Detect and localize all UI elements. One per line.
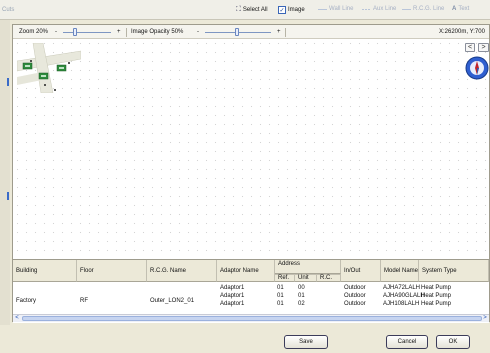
cell-rcg-name[interactable]: Outer_LON2_01 [150, 298, 194, 304]
pan-left-button[interactable]: < [465, 43, 475, 52]
cell-unit: 00 [298, 285, 305, 291]
toolbar-divider [285, 28, 286, 37]
cell-in-out: Outdoor [344, 293, 366, 299]
opacity-label: Image Opacity 50% [131, 29, 184, 35]
image-toggle[interactable]: ✓ Image [278, 6, 305, 14]
rcg-line-button[interactable]: R.C.G. Line [402, 6, 444, 12]
column-header-rcg-name[interactable]: R.C.G. Name [147, 260, 217, 282]
cell-model-name: AJH108LALH [383, 301, 420, 307]
text-tool-label: Text [458, 6, 470, 12]
cell-ref: 01 [277, 293, 284, 299]
column-header-unit[interactable]: Unit [295, 274, 317, 282]
column-header-in-out[interactable]: In/Out [341, 260, 381, 282]
column-header-building[interactable]: Building [13, 260, 77, 282]
zoom-opacity-bar: Zoom 20% - + Image Opacity 50% - + X:262… [13, 25, 489, 39]
cell-ref: 01 [277, 285, 284, 291]
wall-line-button[interactable]: Wall Line [318, 6, 353, 12]
select-all-button[interactable]: ⛶ Select All [236, 6, 268, 14]
text-tool-icon: A [452, 6, 457, 12]
cursor-coordinates: X:26200m, Y:700 [439, 29, 485, 35]
drawing-canvas[interactable]: < > [13, 39, 489, 281]
cell-adaptor-name: Adaptor1 [220, 301, 245, 307]
workspace-panel: Zoom 20% - + Image Opacity 50% - + X:262… [12, 24, 490, 323]
zoom-label: Zoom 20% [19, 29, 49, 35]
cell-system-type: Heat Pump [421, 301, 452, 307]
aux-line-label: Aux Line [373, 6, 397, 12]
cell-system-type: Heat Pump [421, 293, 452, 299]
scroll-thumb[interactable] [22, 316, 482, 321]
floor-map-thumbnail[interactable] [17, 43, 81, 93]
cell-building[interactable]: Factory [16, 298, 36, 304]
zoom-slider-track[interactable] [63, 32, 111, 33]
dock-marker [7, 78, 9, 86]
rcg-line-icon [402, 8, 411, 10]
toolbar-divider [126, 28, 127, 37]
cell-in-out: Outdoor [344, 301, 366, 307]
column-header-rc[interactable]: R.C. [317, 274, 341, 282]
opacity-decrease-button[interactable]: - [197, 29, 199, 35]
image-toggle-label: Image [288, 7, 305, 13]
zoom-out-button[interactable]: - [55, 29, 57, 35]
wall-line-icon [318, 8, 327, 10]
select-all-label: Select All [242, 7, 268, 13]
opacity-slider-thumb[interactable] [235, 28, 239, 36]
cell-adaptor-name: Adaptor1 [220, 285, 245, 291]
scroll-left-button[interactable]: < [13, 315, 21, 322]
save-button[interactable]: Save [284, 335, 328, 349]
dialog-footer: Save Cancel OK [0, 325, 490, 353]
pan-right-button[interactable]: > [478, 43, 489, 52]
aux-line-icon [362, 8, 371, 10]
cell-unit: 02 [298, 301, 305, 307]
column-header-floor[interactable]: Floor [77, 260, 147, 282]
cell-unit: 01 [298, 293, 305, 299]
column-header-model-name[interactable]: Model Name [381, 260, 419, 282]
dock-marker [7, 192, 9, 200]
cell-floor[interactable]: RF [80, 298, 88, 304]
scroll-right-button[interactable]: > [481, 315, 489, 322]
opacity-increase-button[interactable]: + [277, 29, 281, 35]
zoom-in-button[interactable]: + [117, 29, 121, 35]
rcg-line-label: R.C.G. Line [413, 6, 445, 12]
wall-line-label: Wall Line [329, 6, 354, 12]
top-toolbar: Cuts ⛶ Select All ✓ Image Wall Line Aux … [0, 0, 490, 20]
column-header-ref[interactable]: Ref. [275, 274, 295, 282]
table-horizontal-scrollbar[interactable]: < > [13, 314, 489, 322]
ok-button[interactable]: OK [436, 335, 470, 349]
text-button[interactable]: A Text [452, 6, 469, 12]
zoom-slider-thumb[interactable] [73, 28, 77, 36]
cell-in-out: Outdoor [344, 285, 366, 291]
image-checkbox-icon[interactable]: ✓ [278, 6, 286, 14]
column-header-address[interactable]: Address [275, 260, 341, 274]
left-dock-strip [0, 20, 10, 353]
cell-ref: 01 [277, 301, 284, 307]
cell-adaptor-name: Adaptor1 [220, 293, 245, 299]
aux-line-button[interactable]: Aux Line [362, 6, 396, 12]
cell-model-name: AJHA90GLALH [383, 293, 425, 299]
column-header-system-type[interactable]: System Type [419, 260, 489, 282]
compass-icon[interactable] [465, 56, 489, 80]
select-all-icon: ⛶ [236, 6, 241, 13]
toolbar-left-label: Cuts [2, 7, 15, 13]
cancel-button[interactable]: Cancel [386, 335, 428, 349]
cell-model-name: AJHA72LALH [383, 285, 421, 291]
column-header-adaptor-name[interactable]: Adaptor Name [217, 260, 275, 282]
cell-system-type: Heat Pump [421, 285, 452, 291]
